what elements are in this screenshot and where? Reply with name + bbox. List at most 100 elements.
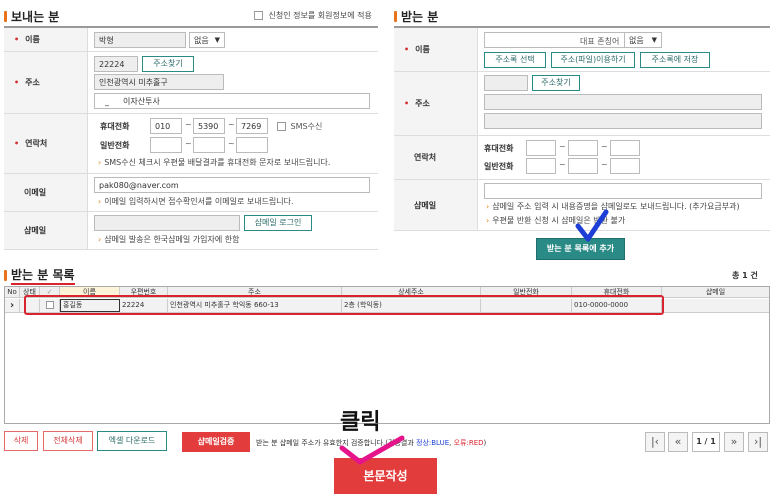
dash: ~	[185, 139, 192, 148]
receiver-address-label: • 주소	[394, 72, 478, 135]
receiver-address1-input[interactable]	[484, 94, 762, 110]
delete-all-button[interactable]: 전체삭제	[43, 431, 93, 451]
sender-address-label: • 주소	[4, 52, 88, 113]
sender-contact-label: • 연락처	[4, 114, 88, 173]
honorific-select[interactable]: 없음 ▼	[624, 32, 662, 48]
row-indicator-icon: ›	[5, 299, 20, 312]
sender-phone3-input[interactable]	[236, 137, 268, 153]
sender-section-title: 보내는 분	[4, 8, 59, 25]
list-total: 총 1 건	[732, 271, 758, 280]
receiver-form: • 이름 대표 존칭어 없음 ▼ 주소록 선택 주소(파일)이용하기 주소록에 저장…	[394, 26, 770, 231]
receiver-name-row: • 이름 대표 존칭어 없음 ▼ 주소록 선택 주소(파일)이용하기 주소록에 저장	[394, 28, 770, 72]
sender-address1-input[interactable]: 인천광역시 미추홀구	[94, 74, 224, 90]
sender-address2-input[interactable]: _ 이자산투사	[94, 93, 370, 109]
receiver-phone3-input[interactable]	[610, 158, 640, 174]
dash: ~	[601, 142, 608, 151]
sender-contact-row: • 연락처 휴대전화 010 ~ 5390 ~ 7269 SMS수신 일반전화 ~…	[4, 114, 378, 174]
double-chevron-left-icon: «	[674, 435, 682, 448]
apply-member-label: 신청인 정보를 회원정보에 적용	[268, 11, 372, 20]
delete-button[interactable]: 삭제	[4, 431, 38, 451]
checkmark-annotation-icon	[575, 209, 609, 242]
receiver-mobile-label: 휴대전화	[484, 144, 514, 153]
pink-check-annotation-icon	[339, 435, 405, 465]
sender-shemail-input[interactable]	[94, 215, 240, 231]
receiver-contact-label: 연락처	[394, 136, 478, 179]
list-section-title: 받는 분 목록	[4, 266, 75, 285]
apply-member-checkbox[interactable]: 신청인 정보를 회원정보에 적용	[254, 10, 372, 21]
chevron-right-icon: ›	[98, 197, 102, 206]
receiver-mobile3-input[interactable]	[610, 140, 640, 156]
receiver-mobile2-input[interactable]	[568, 140, 598, 156]
receiver-title-text: 받는 분	[401, 10, 439, 24]
title-bar-icon	[4, 270, 7, 281]
col-header-shemail: 샵메일	[662, 287, 769, 298]
sender-shemail-label: 샵메일	[4, 212, 88, 249]
dash: ~	[559, 142, 566, 151]
first-page-button[interactable]: |‹	[645, 432, 665, 452]
sender-name-input[interactable]: 박형	[94, 32, 186, 48]
sender-mobile2-input[interactable]: 5390	[193, 118, 225, 134]
checkbox-icon[interactable]	[254, 11, 263, 20]
first-page-icon: |‹	[650, 435, 660, 448]
list-title-text: 받는 분 목록	[11, 266, 75, 285]
page-info: 1 / 1	[692, 432, 720, 452]
chevron-right-icon: ›	[486, 216, 490, 225]
sms-note: › SMS수신 체크시 우편물 배달결과를 휴대전화 문자로 보내드립니다.	[98, 158, 331, 167]
prev-page-button[interactable]: «	[668, 432, 688, 452]
sender-email-row: 이메일 pak080@naver.com › 이메일 입력하시면 접수확인서를 이…	[4, 174, 378, 212]
title-bar-icon	[394, 11, 397, 22]
receiver-shemail-note1: › 샵메일 주소 입력 시 내용증명을 샵메일로도 보내드립니다. (추가요금부과…	[486, 202, 740, 211]
checkbox-icon[interactable]	[277, 122, 286, 131]
sender-title-select[interactable]: 없음 ▼	[189, 32, 225, 48]
sender-phone2-input[interactable]	[193, 137, 225, 153]
shemail-note: › 샵메일 발송은 한국샵메일 가입자에 한함	[98, 235, 240, 244]
sender-mobile3-input[interactable]: 7269	[236, 118, 268, 134]
addrbook-file-button[interactable]: 주소(파일)이용하기	[551, 52, 635, 68]
row-shemail	[662, 299, 769, 312]
honorific-label: 대표 존칭어	[580, 37, 620, 46]
sender-shemail-row: 샵메일 샵메일 로그인 › 샵메일 발송은 한국샵메일 가입자에 한함	[4, 212, 378, 250]
sms-checkbox[interactable]: SMS수신	[277, 121, 322, 132]
dash: ~	[559, 160, 566, 169]
receiver-find-address-button[interactable]: 주소찾기	[532, 75, 580, 91]
last-page-button[interactable]: ›|	[748, 432, 768, 452]
shemail-login-button[interactable]: 샵메일 로그인	[244, 215, 312, 231]
sender-mobile-label: 휴대전화	[100, 122, 130, 131]
title-bar-icon	[4, 11, 7, 22]
receiver-phone2-input[interactable]	[568, 158, 598, 174]
receiver-address-row: • 주소 주소찾기	[394, 72, 770, 136]
row-highlight-annotation	[24, 295, 664, 315]
sender-zipcode-input[interactable]: 22224	[94, 56, 138, 72]
receiver-shemail-input[interactable]	[484, 183, 762, 199]
sender-email-input[interactable]: pak080@naver.com	[94, 177, 370, 193]
receiver-phone-label: 일반전화	[484, 162, 514, 171]
sender-email-label: 이메일	[4, 174, 88, 211]
sender-phone1-input[interactable]	[150, 137, 182, 153]
sms-label: SMS수신	[290, 122, 323, 131]
next-page-button[interactable]: »	[724, 432, 744, 452]
sender-address-row: • 주소 22224 주소찾기 인천광역시 미추홀구 _ 이자산투사	[4, 52, 378, 114]
sender-form: • 이름 박형 없음 ▼ • 주소 22224 주소찾기 인천광역시 미추홀구 _ 이자…	[4, 26, 378, 250]
sender-mobile1-input[interactable]: 010	[150, 118, 182, 134]
dash: ~	[228, 139, 235, 148]
caret-down-icon: ▼	[651, 36, 657, 44]
addrbook-save-button[interactable]: 주소록에 저장	[640, 52, 710, 68]
receiver-phone1-input[interactable]	[526, 158, 556, 174]
sender-title-text: 보내는 분	[11, 10, 60, 24]
receiver-zipcode-input[interactable]	[484, 75, 528, 91]
chevron-right-icon: ›	[98, 235, 102, 244]
col-header-no: No	[5, 287, 20, 298]
addrbook-select-button[interactable]: 주소록 선택	[484, 52, 546, 68]
sender-phone-label: 일반전화	[100, 141, 130, 150]
shemail-verify-button[interactable]: 샵메일검증	[182, 432, 250, 452]
receiver-mobile1-input[interactable]	[526, 140, 556, 156]
sender-find-address-button[interactable]: 주소찾기	[142, 56, 194, 72]
receiver-address2-input[interactable]	[484, 113, 762, 129]
receiver-contact-row: 연락처 휴대전화 ~ ~ 일반전화 ~ ~	[394, 136, 770, 180]
caret-down-icon: ▼	[214, 36, 220, 44]
dash: ~	[601, 160, 608, 169]
sender-name-label: • 이름	[4, 28, 88, 51]
chevron-right-icon: ›	[98, 158, 102, 167]
excel-download-button[interactable]: 엑셀 다운로드	[97, 431, 167, 451]
sender-name-row: • 이름 박형 없음 ▼	[4, 28, 378, 52]
